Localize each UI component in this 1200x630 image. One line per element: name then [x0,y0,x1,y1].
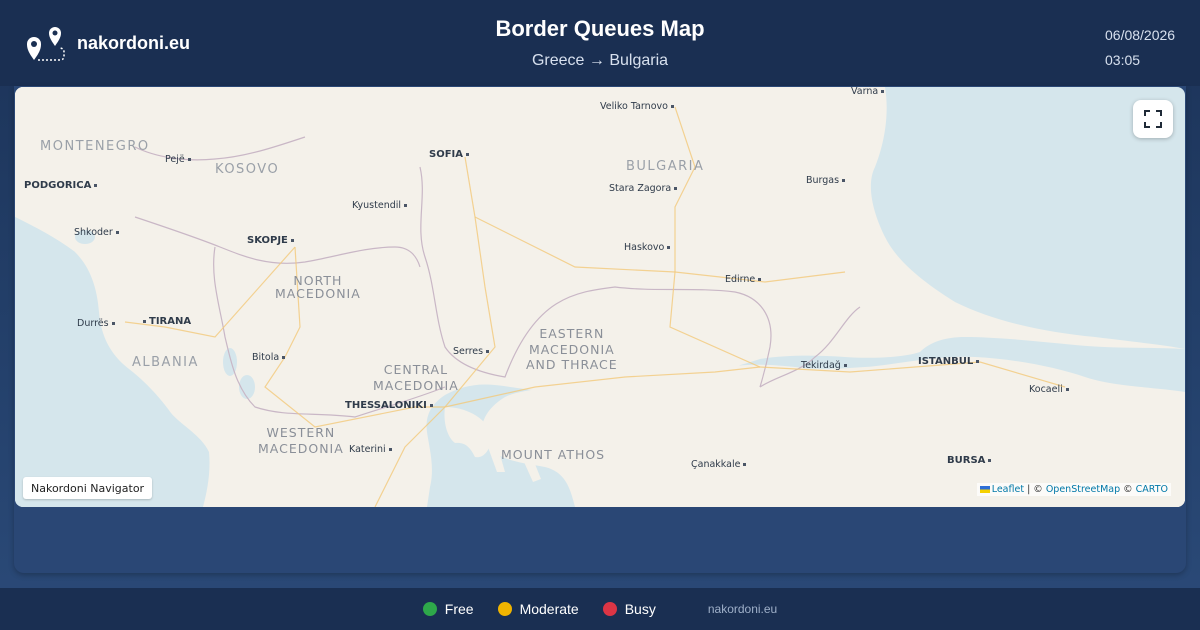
label-western-macedonia: WESTERN MACEDONIA [258,425,344,456]
label-istanbul: ISTANBUL [918,357,980,367]
label-mount-athos: MOUNT ATHOS [501,447,606,462]
moderate-dot-icon [497,602,512,616]
label-thessaloniki: THESSALONIKI [345,401,433,411]
label-katerini: Katerini [349,445,392,455]
footer-site-link[interactable]: nakordoni.eu [708,602,777,616]
fullscreen-button[interactable] [1133,100,1173,138]
carto-link[interactable]: CARTO [1136,484,1168,495]
legend-label: Busy [624,601,656,617]
label-tirana: TIRANA [143,317,191,327]
label-albania: ALBANIA [132,355,199,370]
map-view[interactable]: MONTENEGRO KOSOVO BULGARIA ALBANIA NORTH… [15,87,1185,507]
date-text: 06/08/2026 [1105,27,1176,43]
osm-link[interactable]: OpenStreetMap [1046,484,1120,495]
route-subtitle: Greece → Bulgaria [531,52,669,69]
label-haskovo: Haskovo [624,243,671,253]
label-bitola: Bitola [252,353,286,363]
label-kyustendil: Kyustendil [352,201,408,211]
legend-item-free: Free [422,601,474,617]
fullscreen-icon [1144,110,1162,128]
time-text: 03:05 [1105,52,1141,68]
free-dot-icon [422,602,437,616]
legend-item-busy: Busy [602,601,656,617]
label-north-macedonia: NORTH MACEDONIA [275,273,361,301]
label-montenegro: MONTENEGRO [40,139,150,154]
map-basemap [15,87,1185,507]
ukraine-flag-icon [979,486,990,493]
label-kosovo: KOSOVO [215,162,280,177]
label-varna: Varna [851,87,885,97]
datetime: 06/08/2026 03:05 [1105,23,1175,73]
label-peje: Pejë [165,155,191,165]
label-bulgaria: BULGARIA [626,159,705,174]
label-burgas: Burgas [806,176,846,186]
label-central-macedonia: CENTRAL MACEDONIA [373,362,459,393]
label-stara-zagora: Stara Zagora [609,184,678,194]
label-sofia: SOFIA [429,150,469,160]
title-block: Border Queues Map Greece → Bulgaria [0,16,1200,70]
label-edirne: Edirne [725,275,762,285]
legend-item-moderate: Moderate [497,601,579,617]
label-durres: Durrës [77,319,115,329]
label-eastern-macedonia: EASTERN MACEDONIA AND THRACE [526,326,618,373]
map-attribution: Leaflet | © OpenStreetMap © CARTO [976,483,1171,496]
label-canakkale: Çanakkale [691,460,747,470]
legend-footer: Free Moderate Busy nakordoni.eu [0,588,1200,630]
attribution-separator: | © [1024,484,1046,495]
label-veliko-tarnovo: Veliko Tarnovo [600,102,674,112]
label-tekirdag: Tekirdağ [801,361,847,371]
label-bursa: BURSA [947,456,992,466]
label-serres: Serres [453,347,490,357]
label-podgorica: PODGORICA [24,181,98,191]
attribution-separator: © [1120,484,1136,495]
label-skopje: SKOPJE [247,236,294,246]
navigator-badge[interactable]: Nakordoni Navigator [23,477,153,499]
leaflet-link[interactable]: Leaflet [992,484,1024,495]
page-title: Border Queues Map [495,16,705,41]
busy-dot-icon [602,602,617,616]
legend-label: Free [444,601,474,617]
legend-label: Moderate [519,601,579,617]
header: nakordoni.eu Border Queues Map Greece → … [0,0,1200,86]
label-shkoder: Shkoder [74,228,119,238]
label-kocaeli: Kocaeli [1029,385,1069,395]
